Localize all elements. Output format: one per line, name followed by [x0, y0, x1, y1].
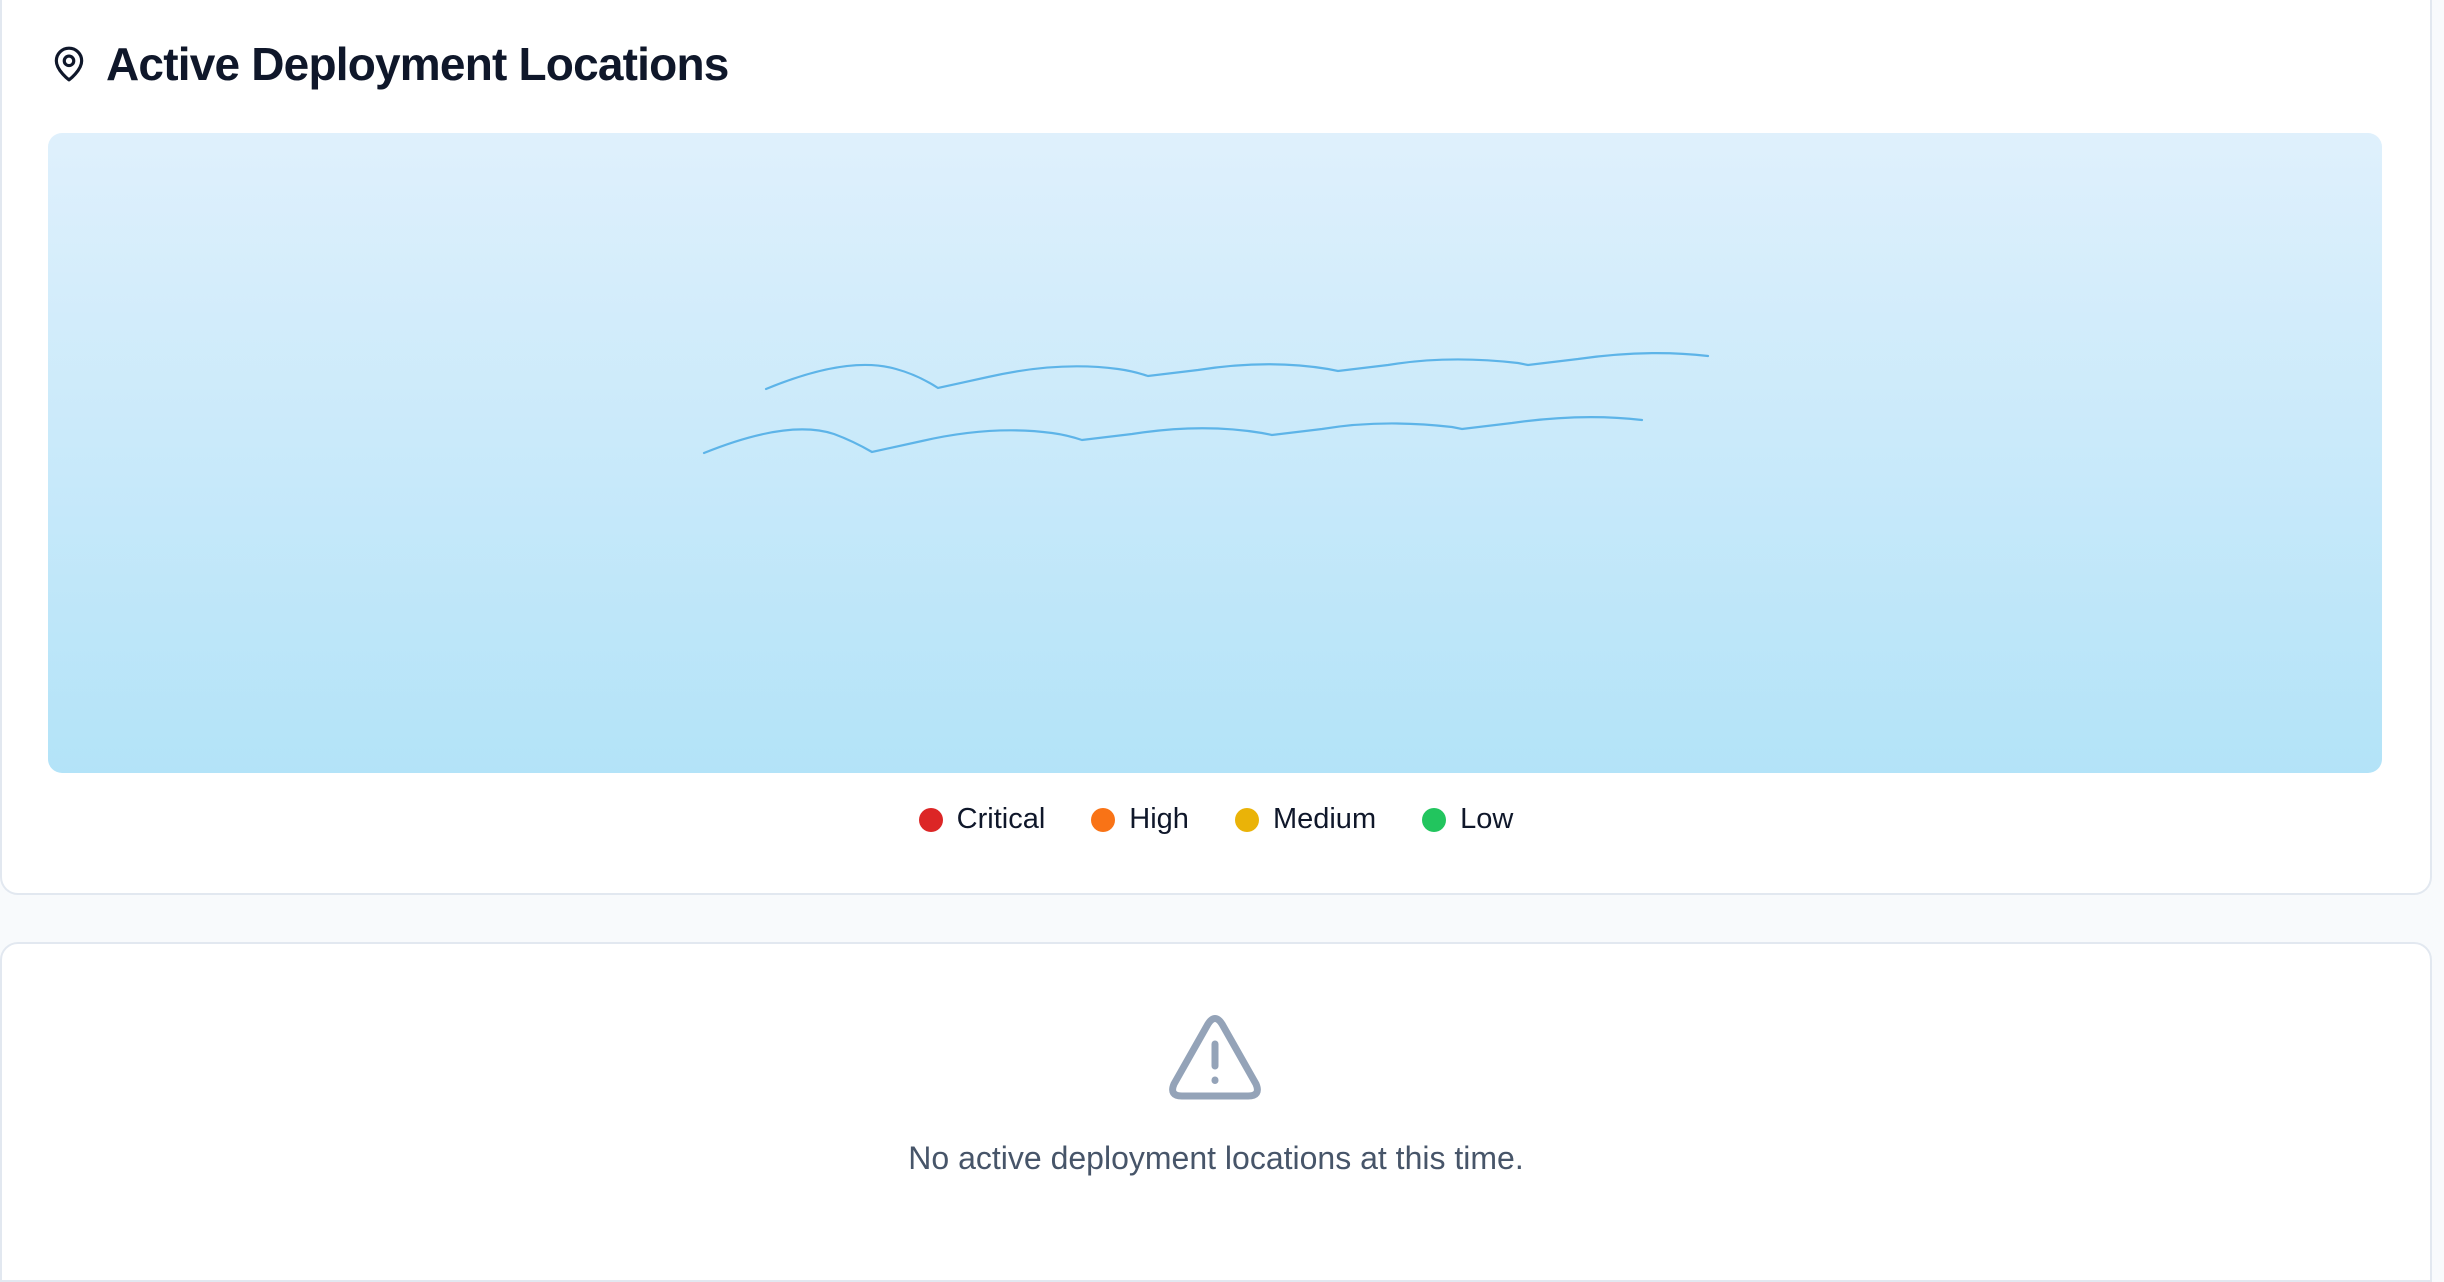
low-dot-icon — [1422, 807, 1447, 832]
map-water-waves — [702, 352, 1710, 455]
legend-item-critical: Critical — [918, 803, 1046, 836]
legend-label: Medium — [1272, 803, 1377, 835]
legend-label: High — [1129, 803, 1189, 835]
wave-line-lower — [702, 416, 1644, 455]
legend-item-high: High — [1091, 803, 1189, 836]
high-dot-icon — [1091, 807, 1116, 832]
severity-legend: Critical High Medium Low — [0, 803, 2432, 836]
page-title: Active Deployment Locations — [106, 38, 729, 90]
medium-dot-icon — [1234, 807, 1259, 832]
legend-item-medium: Medium — [1234, 803, 1377, 836]
empty-state-card — [0, 942, 2432, 1282]
critical-dot-icon — [918, 807, 943, 832]
warning-triangle-icon — [1169, 1015, 1261, 1100]
legend-label: Critical — [956, 803, 1046, 835]
legend-label: Low — [1460, 803, 1514, 835]
empty-state-message: No active deployment locations at this t… — [908, 1140, 1524, 1176]
wave-line-upper — [764, 352, 1710, 391]
legend-item-low: Low — [1422, 803, 1513, 836]
deployment-map[interactable] — [48, 133, 2382, 773]
map-card-header: Active Deployment Locations — [50, 34, 729, 94]
map-pin-icon — [54, 46, 84, 82]
